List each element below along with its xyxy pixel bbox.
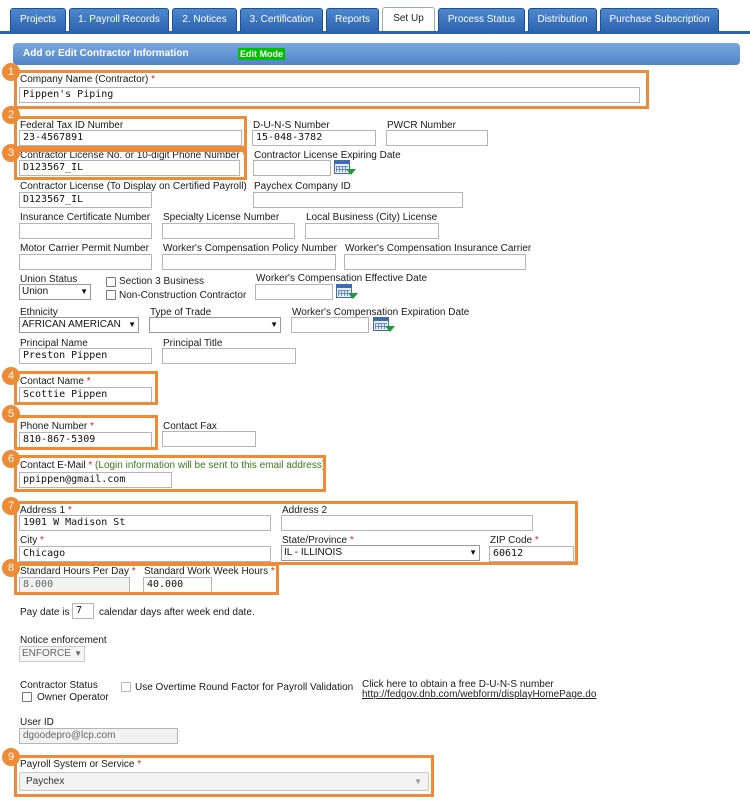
tab-process-status[interactable]: Process Status xyxy=(438,8,525,31)
tab-underline xyxy=(0,31,750,34)
step-badge-2: 2 xyxy=(2,106,20,124)
highlight-box-5 xyxy=(14,415,158,450)
insurance-input[interactable] xyxy=(19,223,152,239)
motor-carrier-input[interactable] xyxy=(19,254,152,270)
tab-set-up[interactable]: Set Up xyxy=(382,7,435,32)
overtime-label: Use Overtime Round Factor for Payroll Va… xyxy=(135,682,354,693)
wc-effective-input[interactable] xyxy=(255,284,333,300)
pay-date-suffix: calendar days after week end date. xyxy=(99,607,255,618)
specialty-label: Specialty License Number xyxy=(163,212,280,223)
notice-select[interactable]: ENFORCE ▼ xyxy=(19,646,85,662)
edit-mode-badge: Edit Mode xyxy=(238,48,285,60)
highlight-box-9 xyxy=(14,755,434,797)
non-construction-label: Non-Construction Contractor xyxy=(119,290,247,301)
section3-label: Section 3 Business xyxy=(119,276,205,287)
user-id-label: User ID xyxy=(20,717,54,728)
chevron-down-icon: ▼ xyxy=(270,320,278,329)
tab-distribution[interactable]: Distribution xyxy=(528,8,597,31)
chevron-down-icon: ▼ xyxy=(74,649,82,658)
trade-select[interactable]: ▼ xyxy=(149,317,281,333)
highlight-box-8 xyxy=(14,563,279,595)
tab-reports[interactable]: Reports xyxy=(326,8,379,31)
step-badge-5: 5 xyxy=(2,405,20,423)
tab-payroll-records[interactable]: 1. Payroll Records xyxy=(69,8,169,31)
tab-projects[interactable]: Projects xyxy=(10,8,66,31)
specialty-input[interactable] xyxy=(162,223,295,239)
wc-policy-label: Worker's Compensation Policy Number xyxy=(163,243,338,254)
calendar-icon[interactable] xyxy=(334,159,356,177)
highlight-box-1 xyxy=(14,70,649,109)
contractor-status-label: Contractor Status xyxy=(20,680,98,691)
owner-operator-label: Owner Operator xyxy=(37,692,109,703)
wc-carrier-input[interactable] xyxy=(344,254,526,270)
principal-name-input[interactable]: Preston Pippen xyxy=(19,348,152,364)
tab-certification[interactable]: 3. Certification xyxy=(240,8,323,31)
step-badge-9: 9 xyxy=(2,748,20,766)
section3-checkbox[interactable] xyxy=(106,277,116,287)
highlight-box-4 xyxy=(14,371,158,405)
ethnicity-select[interactable]: AFRICAN AMERICAN ▼ xyxy=(19,317,139,333)
pay-date-prefix: Pay date is xyxy=(20,607,70,618)
overtime-checkbox[interactable] xyxy=(121,682,131,692)
fax-input[interactable] xyxy=(162,431,256,447)
chevron-down-icon: ▼ xyxy=(128,320,136,329)
highlight-box-6 xyxy=(14,455,326,492)
step-badge-1: 1 xyxy=(2,63,20,81)
highlight-box-7 xyxy=(14,501,578,565)
paychex-id-label: Paychex Company ID xyxy=(254,181,351,192)
calendar-icon[interactable] xyxy=(373,316,395,334)
insurance-label: Insurance Certificate Number xyxy=(20,212,151,223)
step-badge-6: 6 xyxy=(2,450,20,468)
pwcr-input[interactable] xyxy=(386,130,488,146)
step-badge-4: 4 xyxy=(2,367,20,385)
user-id-input[interactable]: dgoodepro@lcp.com xyxy=(19,728,178,744)
tab-purchase-subscription[interactable]: Purchase Subscription xyxy=(600,8,719,31)
license-display-input[interactable]: D123567_IL xyxy=(19,192,152,208)
notice-label: Notice enforcement xyxy=(20,635,107,646)
duns-input[interactable]: 15-048-3782 xyxy=(252,130,376,146)
step-badge-7: 7 xyxy=(2,497,20,515)
wc-carrier-label: Worker's Compensation Insurance Carrier xyxy=(345,243,532,254)
tab-notices[interactable]: 2. Notices xyxy=(172,8,237,31)
wc-policy-input[interactable] xyxy=(162,254,336,270)
step-badge-8: 8 xyxy=(2,559,20,577)
motor-carrier-label: Motor Carrier Permit Number xyxy=(20,243,149,254)
duns-link[interactable]: http://fedgov.dnb.com/webform/displayHom… xyxy=(362,689,596,700)
calendar-icon[interactable] xyxy=(336,283,358,301)
union-status-select[interactable]: Union ▼ xyxy=(19,284,91,300)
owner-operator-checkbox[interactable] xyxy=(22,692,32,702)
chevron-down-icon: ▼ xyxy=(80,287,88,296)
highlight-box-3 xyxy=(14,146,247,180)
paychex-id-input[interactable] xyxy=(253,192,463,208)
license-display-label: Contractor License (To Display on Certif… xyxy=(20,181,247,192)
non-construction-checkbox[interactable] xyxy=(106,290,116,300)
section-header: Add or Edit Contractor Information Edit … xyxy=(13,43,740,65)
pay-date-input[interactable]: 7 xyxy=(72,603,94,619)
principal-title-input[interactable] xyxy=(162,348,296,364)
tab-bar: Projects 1. Payroll Records 2. Notices 3… xyxy=(0,0,750,34)
step-badge-3: 3 xyxy=(2,144,20,162)
license-exp-input[interactable] xyxy=(253,160,331,176)
local-business-label: Local Business (City) License xyxy=(306,212,438,223)
wc-expiration-input[interactable] xyxy=(291,317,369,333)
local-business-input[interactable] xyxy=(305,223,439,239)
section-title: Add or Edit Contractor Information xyxy=(23,48,189,59)
